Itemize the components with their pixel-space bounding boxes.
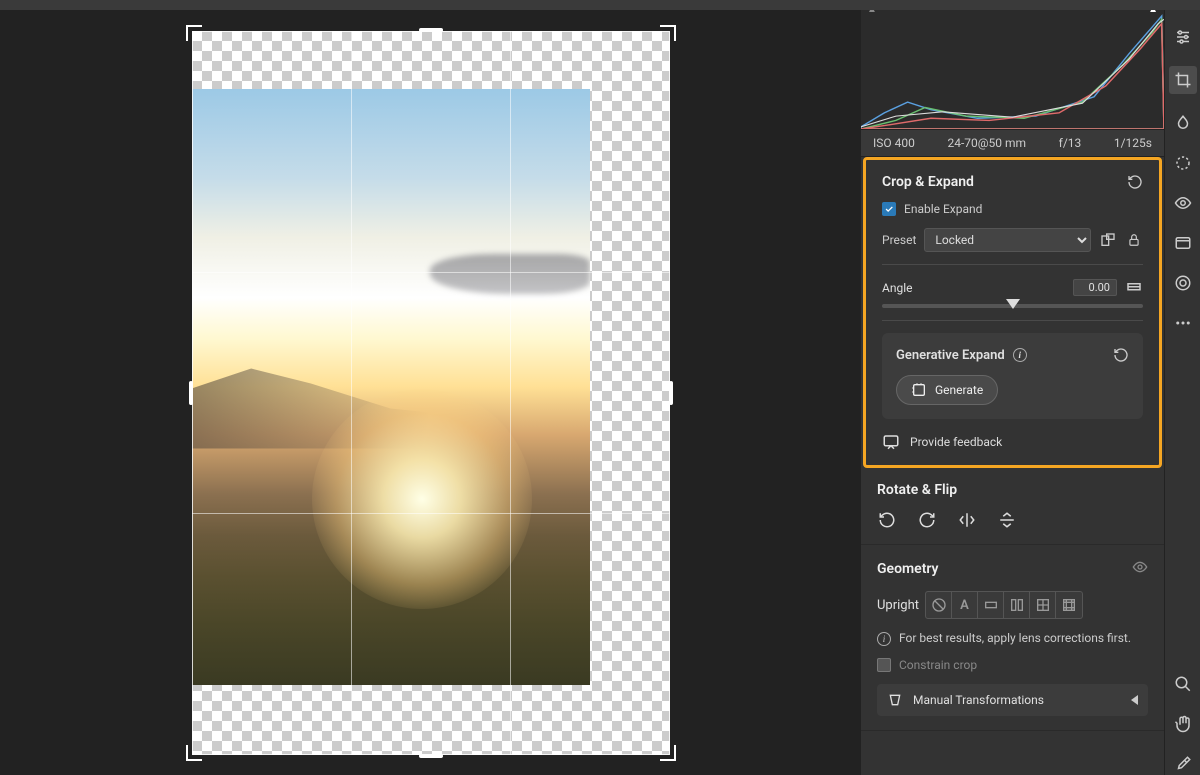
upright-buttons: A [925, 591, 1083, 619]
healing-brush-icon[interactable] [1172, 112, 1194, 134]
meta-aperture: f/13 [1059, 136, 1082, 150]
crop-box[interactable] [192, 31, 670, 755]
more-icon[interactable] [1172, 312, 1194, 334]
upright-guided-icon[interactable] [1056, 592, 1082, 618]
right-toolbar [1164, 0, 1200, 775]
crop-border [192, 31, 670, 755]
reset-icon[interactable] [1127, 174, 1143, 190]
geometry-panel: Geometry Upright A i For best result [861, 545, 1164, 731]
rotate-ccw-icon[interactable] [877, 510, 897, 530]
redeye-icon[interactable] [1172, 192, 1194, 214]
crop-handle-right[interactable] [669, 381, 673, 405]
flip-horizontal-icon[interactable] [957, 510, 977, 530]
photo-metadata: ISO 400 24-70@50 mm f/13 1/125s [861, 130, 1164, 157]
mask-icon[interactable] [1172, 152, 1194, 174]
upright-label: Upright [877, 598, 919, 613]
enable-expand-checkbox[interactable] [882, 202, 896, 216]
app-topbar [0, 0, 1200, 10]
crop-handle-bottom-right[interactable] [660, 745, 676, 761]
upright-level-icon[interactable] [978, 592, 1004, 618]
geometry-hint: i For best results, apply lens correctio… [877, 631, 1148, 646]
upright-off-icon[interactable] [926, 592, 952, 618]
upright-vertical-icon[interactable] [1004, 592, 1030, 618]
histogram[interactable]: ▲ ▲ [861, 0, 1164, 130]
angle-value[interactable]: 0.00 [1073, 279, 1117, 296]
crop-handle-top-right[interactable] [660, 25, 676, 41]
constrain-crop-label: Constrain crop [899, 658, 977, 672]
enable-expand-label: Enable Expand [904, 202, 982, 216]
generative-expand-box: Generative Expand i Generate [882, 333, 1143, 419]
crop-handle-top-left[interactable] [186, 25, 202, 41]
geometry-title: Geometry [877, 561, 939, 577]
lock-icon[interactable] [1125, 231, 1143, 249]
rotate-cw-icon[interactable] [917, 510, 937, 530]
lens-blur-icon[interactable] [1172, 272, 1194, 294]
constrain-crop-checkbox[interactable] [877, 658, 891, 672]
edit-sliders-icon[interactable] [1172, 26, 1194, 48]
meta-iso: ISO 400 [873, 136, 915, 150]
preset-label: Preset [882, 233, 916, 247]
angle-label: Angle [882, 281, 912, 295]
upright-full-icon[interactable] [1030, 592, 1056, 618]
app-root: ▲ ▲ ISO 400 24-70@50 mm f/13 1/125s Crop… [0, 0, 1200, 775]
meta-lens: 24-70@50 mm [947, 136, 1026, 150]
generate-button-label: Generate [935, 383, 983, 397]
crop-handle-bottom[interactable] [419, 754, 443, 758]
visibility-icon[interactable] [1132, 559, 1148, 579]
crop-expand-panel: Crop & Expand Enable Expand Preset Locke… [863, 157, 1162, 468]
canvas-area[interactable] [0, 0, 861, 775]
flip-vertical-icon[interactable] [997, 510, 1017, 530]
hand-icon[interactable] [1172, 713, 1194, 735]
crop-handle-top[interactable] [419, 28, 443, 32]
feedback-label: Provide feedback [910, 435, 1002, 449]
rotate-flip-panel: Rotate & Flip [861, 468, 1164, 545]
feedback-link[interactable]: Provide feedback [882, 433, 1143, 451]
rotate-title: Rotate & Flip [877, 482, 957, 498]
crop-tool-icon[interactable] [1169, 66, 1197, 94]
swap-orientation-icon[interactable] [1099, 231, 1117, 249]
crop-handle-left[interactable] [189, 381, 193, 405]
info-icon: i [877, 632, 891, 646]
presets-icon[interactable] [1172, 232, 1194, 254]
crop-handle-bottom-left[interactable] [186, 745, 202, 761]
meta-shutter: 1/125s [1114, 136, 1152, 150]
crop-panel-title: Crop & Expand [882, 174, 974, 190]
manual-transformations-toggle[interactable]: Manual Transformations [877, 684, 1148, 716]
right-panel: ▲ ▲ ISO 400 24-70@50 mm f/13 1/125s Crop… [861, 0, 1164, 775]
collapse-icon [1131, 695, 1138, 705]
generate-button[interactable]: Generate [896, 375, 998, 405]
angle-slider[interactable] [882, 304, 1143, 308]
geometry-hint-text: For best results, apply lens corrections… [899, 631, 1131, 645]
straighten-icon[interactable] [1125, 277, 1143, 298]
info-icon[interactable]: i [1013, 348, 1027, 362]
color-sampler-icon[interactable] [1172, 753, 1194, 775]
manual-label: Manual Transformations [913, 693, 1044, 707]
generative-title: Generative Expand [896, 348, 1005, 363]
angle-slider-thumb[interactable] [1006, 299, 1020, 309]
gen-reset-icon[interactable] [1113, 347, 1129, 363]
upright-auto-icon[interactable]: A [952, 592, 978, 618]
zoom-icon[interactable] [1172, 673, 1194, 695]
preset-select[interactable]: Locked [924, 228, 1091, 252]
